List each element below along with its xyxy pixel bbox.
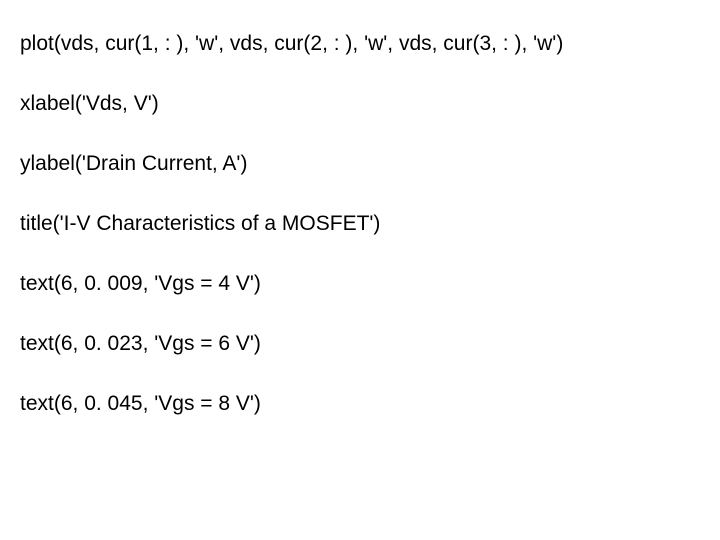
code-line-title: title('I-V Characteristics of a MOSFET') <box>20 212 700 236</box>
code-line-ylabel: ylabel('Drain Current, A') <box>20 152 700 176</box>
code-line-text-2: text(6, 0. 023, 'Vgs = 6 V') <box>20 332 700 356</box>
code-line-xlabel: xlabel('Vds, V') <box>20 92 700 116</box>
code-line-text-3: text(6, 0. 045, 'Vgs = 8 V') <box>20 392 700 416</box>
code-line-text-1: text(6, 0. 009, 'Vgs = 4 V') <box>20 272 700 296</box>
code-line-plot: plot(vds, cur(1, : ), 'w', vds, cur(2, :… <box>20 32 700 56</box>
